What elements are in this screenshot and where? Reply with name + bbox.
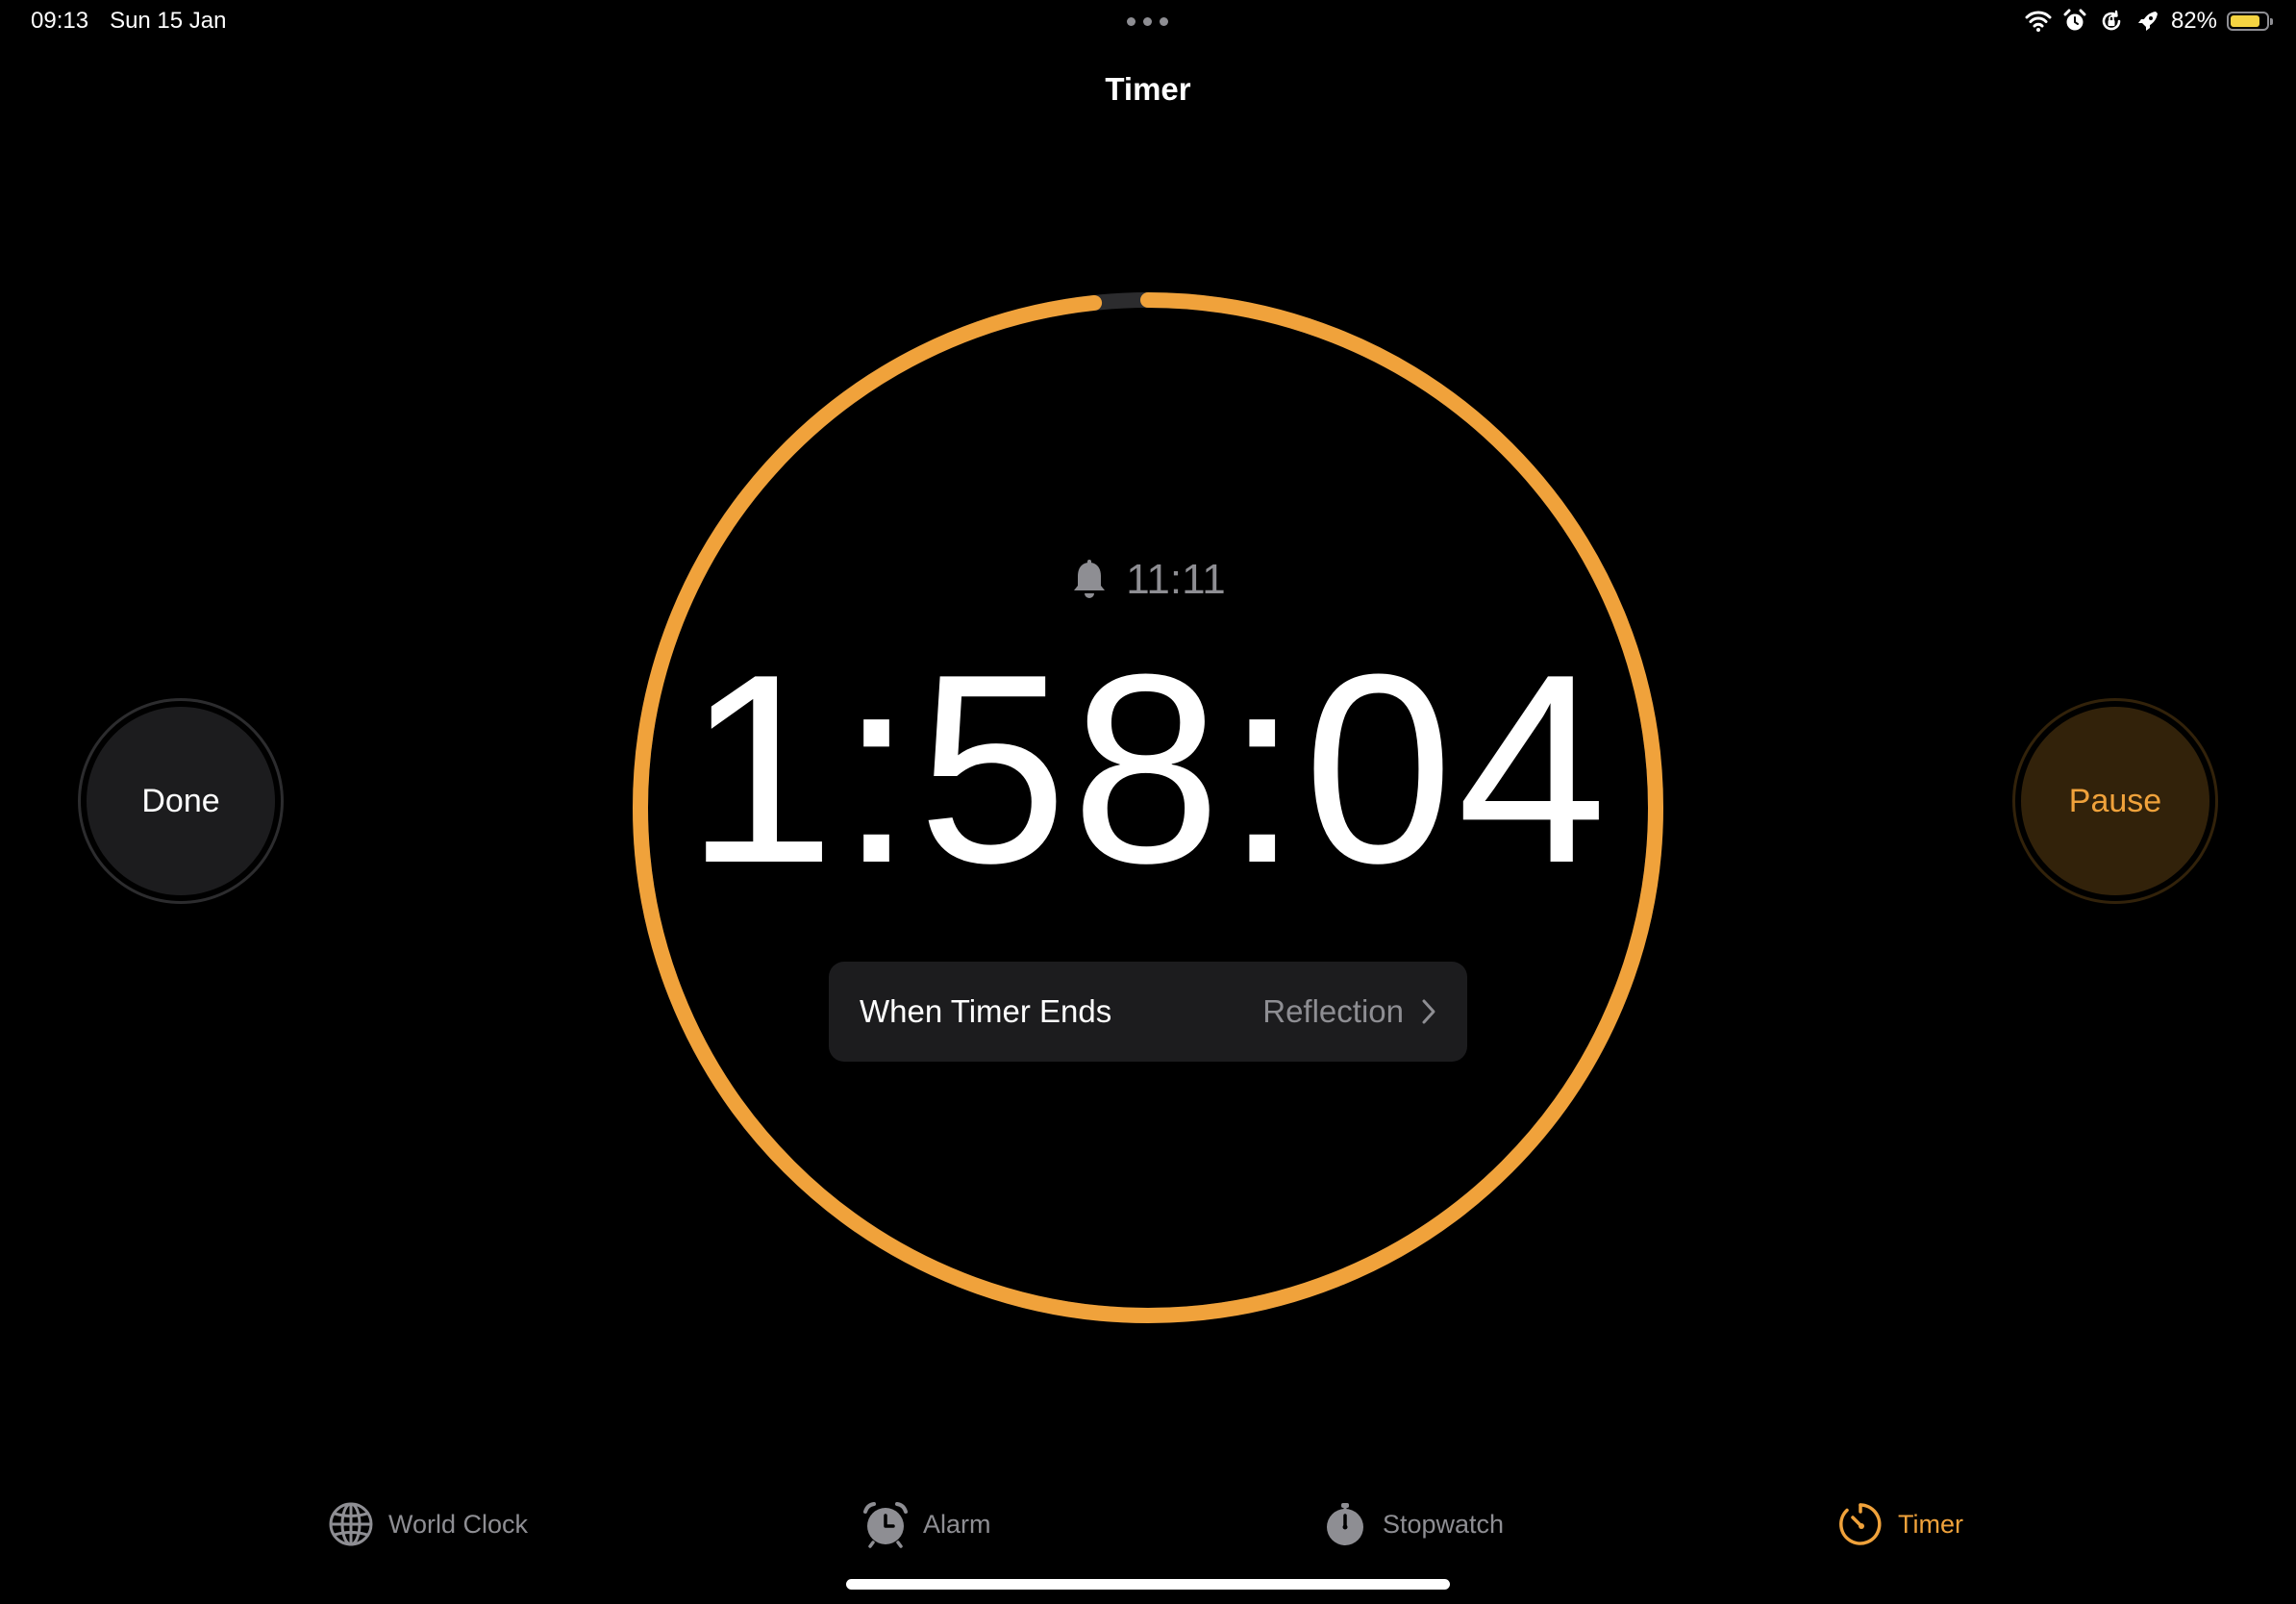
globe-icon [329, 1502, 373, 1546]
tab-alarm-label: Alarm [923, 1509, 991, 1539]
battery-percent: 82% [2170, 8, 2217, 34]
when-timer-ends-row[interactable]: When Timer Ends Reflection [829, 962, 1467, 1062]
dot [1127, 17, 1136, 26]
bell-icon [1074, 560, 1106, 598]
sound-selection: Reflection [1262, 993, 1436, 1030]
rocket-icon [2137, 12, 2158, 31]
status-time: 09:13 [31, 8, 89, 34]
tab-stopwatch-label: Stopwatch [1383, 1509, 1505, 1539]
dot [1160, 17, 1168, 26]
tab-alarm[interactable]: Alarm [861, 1500, 991, 1548]
tab-world-clock[interactable]: World Clock [327, 1500, 528, 1548]
status-bar-right: 82% [2025, 8, 2273, 35]
sound-name: Reflection [1262, 993, 1404, 1029]
chevron-right-icon [1422, 999, 1435, 1024]
screen-lock-icon [2102, 10, 2121, 31]
done-button-label: Done [141, 782, 220, 819]
tab-stopwatch[interactable]: Stopwatch [1321, 1500, 1504, 1548]
wifi-icon [2025, 11, 2052, 32]
battery-level-fill [2231, 15, 2259, 27]
timer-end-time: 11:11 [0, 556, 2296, 604]
timer-icon [1839, 1503, 1882, 1545]
pause-button-label: Pause [2068, 782, 2162, 819]
done-button[interactable]: Done [87, 707, 275, 895]
tab-timer[interactable]: Timer [1836, 1500, 1963, 1548]
tab-timer-label: Timer [1898, 1509, 1963, 1539]
alarm-clock-icon [863, 1502, 908, 1548]
end-time-label: 11:11 [1126, 556, 1226, 603]
tab-world-clock-label: World Clock [388, 1509, 529, 1539]
home-indicator[interactable] [846, 1579, 1450, 1590]
status-bar-left: 09:13 Sun 15 Jan [31, 8, 227, 35]
countdown-display: 1:58:04 [685, 619, 1611, 919]
alarm-icon [2063, 9, 2086, 31]
tab-bar: World Clock Alarm Stopwatch Timer [0, 1500, 2296, 1558]
multitasking-dots[interactable] [1127, 17, 1168, 26]
page-title: Timer [1105, 71, 1191, 107]
battery-icon [2227, 12, 2273, 31]
status-date: Sun 15 Jan [110, 8, 227, 34]
pause-button[interactable]: Pause [2021, 707, 2209, 895]
when-timer-ends-label: When Timer Ends [860, 993, 1112, 1029]
dot [1143, 17, 1152, 26]
stopwatch-icon [1327, 1503, 1363, 1545]
clock-app-screen: 09:13 Sun 15 Jan 82% Timer 11:11 1:58:04… [0, 0, 2296, 1604]
